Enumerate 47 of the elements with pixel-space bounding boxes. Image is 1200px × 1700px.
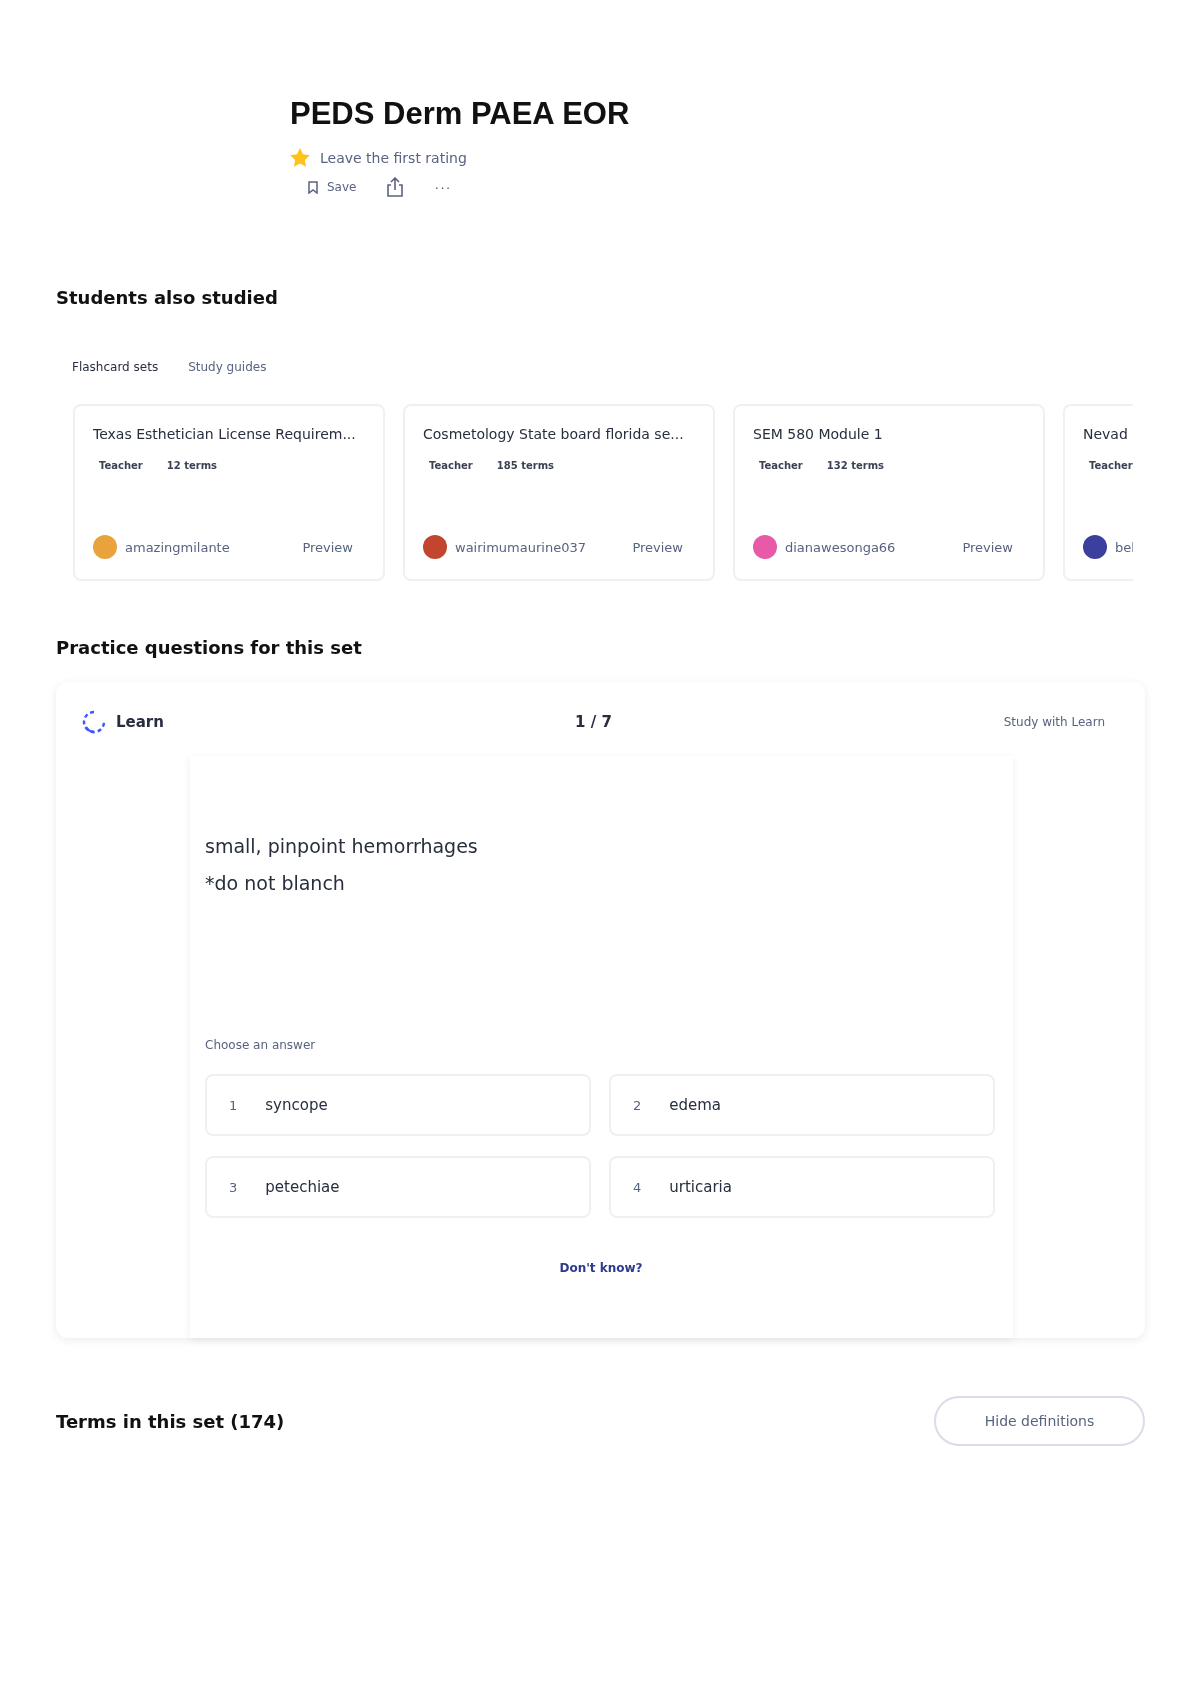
study-set-card[interactable]: Nevad Teacher bel [1063,404,1133,581]
author-name: dianawesonga66 [785,539,896,555]
star-icon [290,148,310,167]
preview-link[interactable]: Preview [632,539,683,555]
section-heading: Terms in this set (174) [56,1410,285,1432]
author-role: Teacher [759,460,803,471]
study-set-card[interactable]: Cosmetology State board florida se... Teacher 185 terms wairimumaurine037 Preview [403,404,715,581]
tab[interactable]: Flashcard sets [72,360,159,374]
card-title: Cosmetology State board florida se... [423,426,685,442]
save-button[interactable]: Save [308,180,357,194]
mode-label: Learn [116,713,164,731]
bookmark-icon [308,180,318,194]
rating-link[interactable]: Leave the first rating [320,149,467,166]
card-title: Nevad [1083,426,1129,442]
author-name: amazingmilante [125,539,230,555]
term-count: 185 terms [496,460,555,471]
question-text: small, pinpoint hemorrhages [205,834,479,859]
term-count: 132 terms [826,460,885,471]
hide-definitions-button[interactable]: Hide definitions [934,1396,1145,1446]
section-heading: Students also studied [56,287,279,308]
share-icon[interactable] [386,177,405,197]
answer-option[interactable]: 4 urticaria [609,1156,995,1218]
answer-option[interactable]: 3 petechiae [205,1156,591,1218]
preview-link[interactable]: Preview [962,539,1013,555]
dont-know-link[interactable]: Don't know? [553,1260,649,1276]
preview-link[interactable]: Preview [302,539,353,555]
answer-option[interactable]: 2 edema [609,1074,995,1136]
answer-option[interactable]: 1 syncope [205,1074,591,1136]
study-set-card[interactable]: Texas Esthetician License Requirem... Teacher 12 terms amazingmilante Preview [73,404,385,581]
tab[interactable]: Study guides [188,360,267,374]
term-count: 12 terms [166,460,218,471]
card-title: Texas Esthetician License Requirem... [93,426,357,442]
section-heading: Practice questions for this set [56,637,363,658]
set-title: PEDS Derm PAEA EOR [290,96,631,132]
card-title: SEM 580 Module 1 [753,426,884,442]
more-button[interactable]: ··· [434,179,452,195]
learn-icon [82,710,106,734]
study-set-card[interactable]: SEM 580 Module 1 Teacher 132 terms dianawesonga66 Preview [733,404,1045,581]
author-name: wairimumaurine037 [455,539,586,555]
question-text: *do not blanch [205,871,346,896]
author-role: Teacher [1089,460,1133,471]
study-link[interactable]: Study with Learn [1003,715,1105,729]
author-role: Teacher [99,460,143,471]
author-role: Teacher [429,460,473,471]
answer-prompt: Choose an answer [205,1038,317,1052]
author-name: bel [1115,539,1133,555]
progress-counter: 1 / 7 [575,713,612,731]
